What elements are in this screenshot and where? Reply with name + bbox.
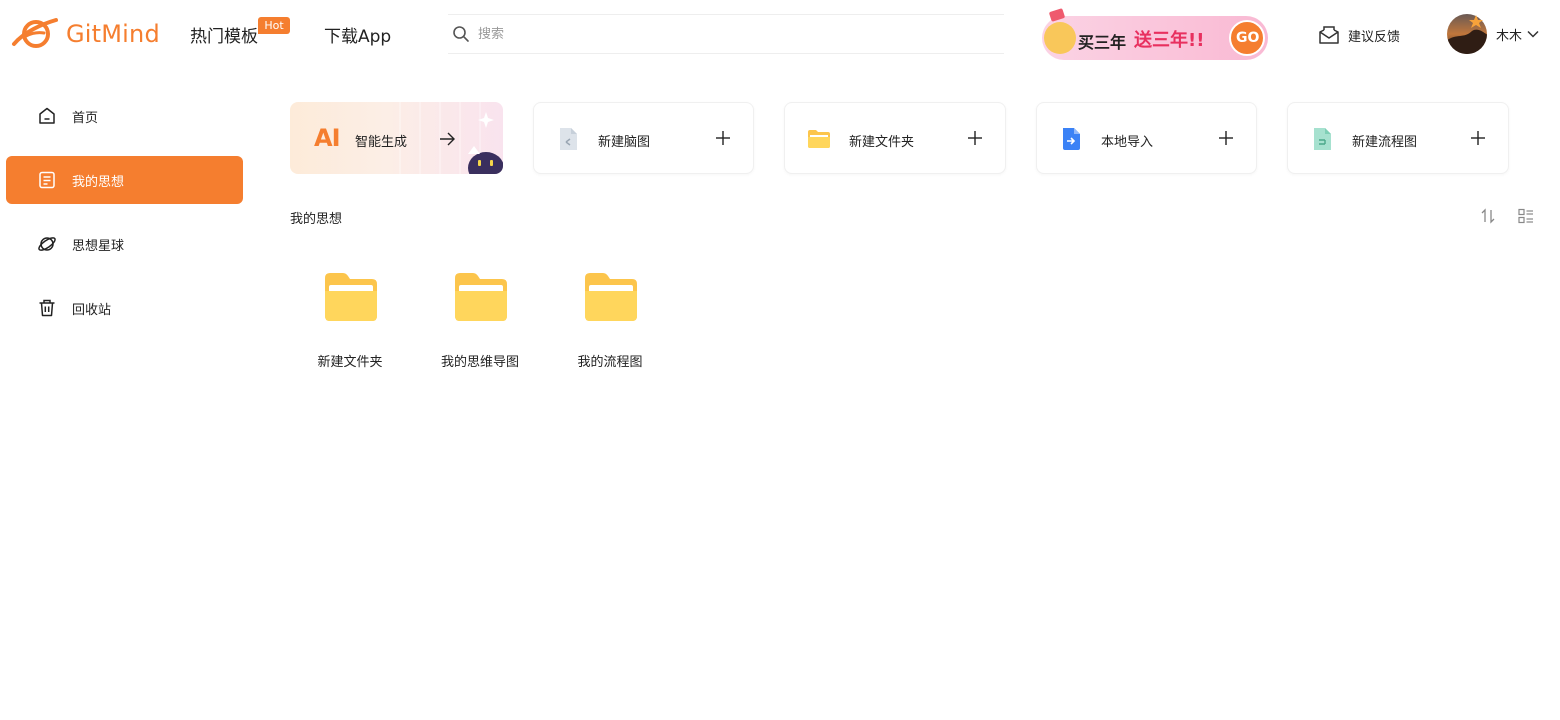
avatar[interactable] <box>1446 13 1488 55</box>
sidebar-item-label: 思想星球 <box>72 238 125 254</box>
top-header: GitMind 热门模板 Hot 下载App 买三年 送三年!! GO <box>0 0 1560 70</box>
planet-icon <box>36 233 58 255</box>
search-bar <box>448 14 1004 54</box>
ai-generate-card[interactable]: AI 智能生成 <box>290 102 503 174</box>
sidebar-item-thought-planet[interactable]: 思想星球 <box>6 220 243 268</box>
feedback-button[interactable]: 建议反馈 <box>1318 22 1400 48</box>
sidebar-item-my-thoughts[interactable]: 我的思想 <box>6 156 243 204</box>
local-import-label: 本地导入 <box>1101 135 1154 150</box>
sidebar-item-trash[interactable]: 回收站 <box>6 284 243 332</box>
plus-icon <box>1219 131 1233 145</box>
nav-templates[interactable]: 热门模板 <box>190 22 258 47</box>
nav-download-app[interactable]: 下载App <box>324 22 391 47</box>
chevron-down-icon[interactable] <box>1526 27 1540 41</box>
promo-banner[interactable]: 买三年 送三年!! GO <box>1040 8 1270 62</box>
new-folder-label: 新建文件夹 <box>849 135 915 150</box>
plus-icon <box>716 131 730 145</box>
sidebar-item-label: 回收站 <box>72 302 112 318</box>
section-title: 我的思想 <box>290 212 343 227</box>
new-flowchart-label: 新建流程图 <box>1352 135 1418 150</box>
feedback-label: 建议反馈 <box>1348 29 1401 45</box>
trash-icon <box>36 297 58 319</box>
folder-item[interactable]: 新建文件夹 <box>295 264 405 384</box>
new-mindmap-card[interactable]: 新建脑图 <box>533 102 754 174</box>
document-icon <box>36 169 58 191</box>
folder-item[interactable]: 我的流程图 <box>555 264 665 384</box>
brand-name: GitMind <box>66 20 160 48</box>
plus-icon <box>1471 131 1485 145</box>
new-flowchart-card[interactable]: 新建流程图 <box>1287 102 1509 174</box>
mail-icon <box>1319 26 1339 44</box>
gitmind-logo-icon <box>12 18 58 48</box>
promo-text-right: 送三年!! <box>1134 30 1205 51</box>
list-view-icon[interactable] <box>1518 208 1534 224</box>
plus-icon <box>968 131 982 145</box>
arrow-right-icon <box>440 132 455 146</box>
user-menu[interactable]: 木木 <box>1446 12 1540 56</box>
new-mindmap-label: 新建脑图 <box>598 135 651 150</box>
folder-name: 我的流程图 <box>577 355 643 370</box>
promo-go: GO <box>1236 30 1260 46</box>
sidebar: 首页 我的思想 思想星球 回收站 <box>0 70 250 720</box>
folder-item[interactable]: 我的思维导图 <box>425 264 535 384</box>
local-import-card[interactable]: 本地导入 <box>1036 102 1257 174</box>
flowchart-file-icon <box>1310 127 1334 151</box>
sidebar-item-home[interactable]: 首页 <box>6 92 243 140</box>
sort-icon[interactable] <box>1480 208 1496 224</box>
folder-icon <box>325 273 377 321</box>
folder-icon <box>807 127 831 151</box>
folder-name: 新建文件夹 <box>317 355 383 370</box>
folder-icon <box>455 273 507 321</box>
sidebar-item-label: 我的思想 <box>72 174 125 190</box>
folder-icon <box>585 273 637 321</box>
avatar-image <box>1447 14 1487 54</box>
search-icon[interactable] <box>452 25 470 43</box>
import-file-icon <box>1059 127 1083 151</box>
promo-text-left: 买三年 <box>1078 33 1127 52</box>
ai-generate-label: 智能生成 <box>355 135 408 150</box>
hot-badge: Hot <box>258 17 290 34</box>
ai-badge: AI <box>314 124 340 152</box>
user-name: 木木 <box>1496 28 1523 44</box>
new-folder-card[interactable]: 新建文件夹 <box>784 102 1006 174</box>
search-input[interactable] <box>478 23 978 45</box>
mindmap-file-icon <box>556 127 580 151</box>
gitmind-logo[interactable]: GitMind <box>10 14 160 54</box>
folder-name: 我的思维导图 <box>440 355 519 370</box>
home-icon <box>36 105 58 127</box>
sidebar-item-label: 首页 <box>72 110 99 126</box>
